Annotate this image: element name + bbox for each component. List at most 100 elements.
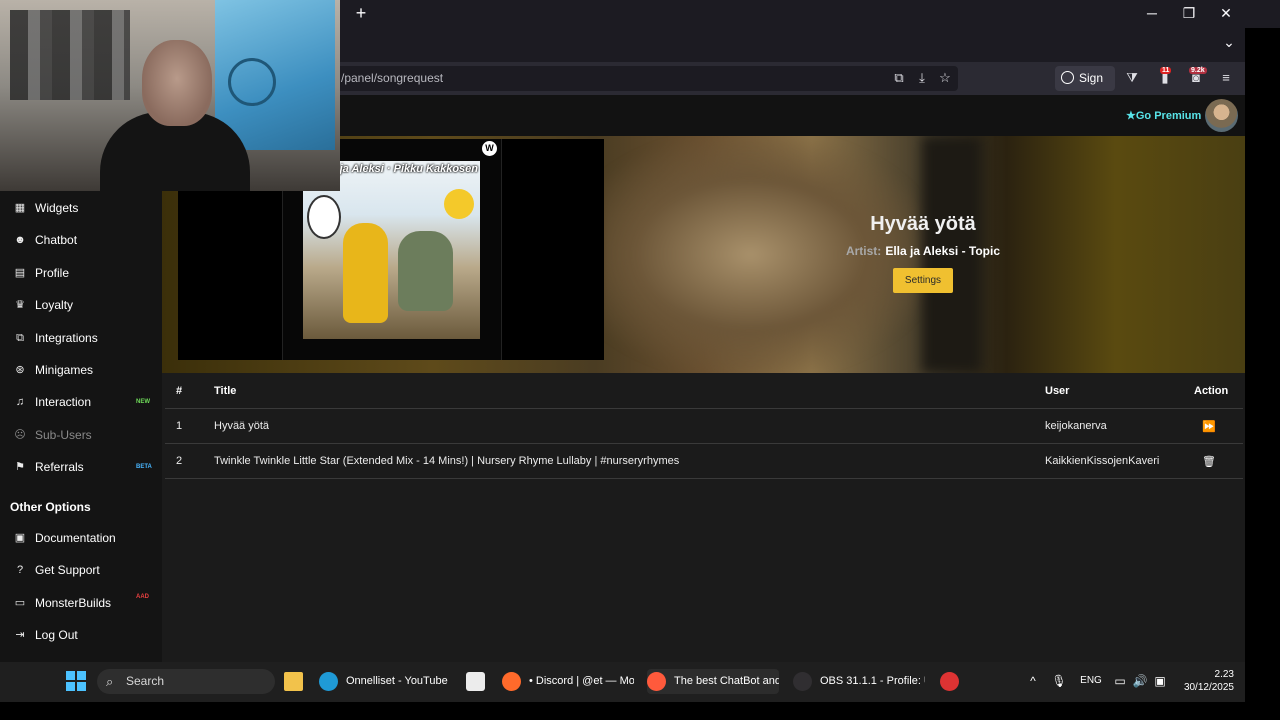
sidebar-tag-badge: NEW: [136, 399, 150, 406]
bookmark-star-icon[interactable]: ☆: [936, 69, 954, 87]
pinned-app-icon[interactable]: [940, 669, 960, 694]
file-explorer-icon[interactable]: [284, 669, 304, 694]
sidebar-item-integrations[interactable]: ⧉ Integrations: [0, 325, 162, 351]
cover-title: Ella ja Aleksi · Pikku Kakkosen: [317, 163, 479, 175]
clock[interactable]: 2.23 30/12/2025: [1172, 668, 1234, 694]
clock-time: 2.23: [1214, 669, 1234, 680]
question-icon: ?: [16, 564, 24, 577]
sidebar-item-label: Get Support: [35, 563, 100, 578]
app-icon: [793, 672, 812, 691]
sidebar-item-label: Integrations: [35, 330, 98, 345]
sidebar-item-widgets[interactable]: ▦ Widgets: [0, 195, 162, 221]
sidebar-item-profile[interactable]: ▤ Profile: [0, 260, 162, 286]
taskbar-app-3[interactable]: The best ChatBot and W: [647, 669, 779, 694]
cover-bird: [307, 195, 341, 239]
sidebar-item-documentation[interactable]: ▣ Documentation: [0, 525, 162, 551]
skip-icon[interactable]: ⏩: [1202, 420, 1216, 434]
queue-row-user: keijokanerva: [1045, 420, 1107, 432]
clock-date: 30/12/2025: [1183, 682, 1234, 693]
record-label-logo: W: [482, 141, 497, 156]
cover-child-green: [398, 231, 453, 311]
star-icon: ★: [1126, 110, 1136, 122]
show-hidden-icons-chevron-icon[interactable]: ^: [1025, 673, 1041, 689]
extension-badge: 11: [1160, 67, 1172, 74]
settings-button[interactable]: Settings: [893, 268, 953, 293]
input-language[interactable]: ENG: [1080, 673, 1102, 689]
go-premium-link[interactable]: ★Go Premium: [1126, 109, 1201, 122]
artist-name: Ella ja Aleksi - Topic: [885, 244, 1001, 258]
new-tab-button[interactable]: +: [352, 4, 370, 22]
sidebar-item-label: Sub-Users: [35, 427, 92, 442]
trophy-icon: ♛: [15, 299, 25, 312]
other-options-heading: Other Options: [10, 500, 91, 514]
restore-button[interactable]: ❐: [1178, 4, 1200, 22]
sidebar-item-label: Widgets: [35, 201, 79, 215]
taskbar-app-4[interactable]: OBS 31.1.1 - Profile: Unti: [793, 669, 925, 694]
sidebar-item-label: Referrals: [35, 460, 84, 475]
app-label: Onnelliset - YouTube an: [346, 675, 451, 687]
sidebar-item-chatbot[interactable]: ☻ Chatbot: [0, 227, 162, 253]
sidebar-item-label: Profile: [35, 265, 70, 280]
taskbar-app-2[interactable]: • Discord | @et — Mozil: [502, 669, 634, 694]
queue-row-number: 1: [176, 420, 183, 432]
widgets-icon: ▦: [14, 202, 26, 214]
app-label: The best ChatBot and W: [674, 675, 779, 687]
sidebar-item-loyalty[interactable]: ♛ Loyalty: [0, 292, 162, 318]
sidebar-item-label: Documentation: [35, 531, 116, 545]
sidebar-item-label: Loyalty: [35, 298, 74, 313]
extension-badge-2: 9.2k: [1189, 67, 1207, 74]
app-menu-icon[interactable]: ≡: [1216, 68, 1236, 88]
taskbar-app-1[interactable]: Onnelliset - YouTube an: [319, 669, 451, 694]
start-windows-icon[interactable]: [66, 671, 86, 691]
sidebar-item-monsterbuilds[interactable]: ▭ MonsterBuilds AAD: [0, 590, 162, 616]
sidebar-item-interaction[interactable]: ♫ Interaction NEW: [0, 389, 162, 415]
volume-icon[interactable]: 🔊: [1132, 673, 1148, 689]
sign-in-button[interactable]: Sign in: [1055, 66, 1115, 110]
artist-label: Artist:: [845, 244, 882, 258]
music-icon: ♫: [15, 396, 25, 409]
sidebar-tag-badge: BETA: [136, 464, 152, 471]
app-icon: [502, 672, 521, 691]
store-app-icon[interactable]: [466, 669, 486, 694]
column-header-user: User: [1045, 385, 1070, 397]
network-icon[interactable]: ▭: [1112, 673, 1128, 689]
picture-in-picture-icon[interactable]: ⧉: [890, 69, 908, 87]
sidebar-item-log-out[interactable]: ⇥ Log Out: [0, 622, 162, 648]
battery-icon[interactable]: ▣: [1152, 673, 1168, 689]
webcam-tapestry-pattern: [228, 58, 276, 106]
sidebar-item-label: Minigames: [35, 363, 94, 377]
sidebar-item-get-support[interactable]: ? Get Support: [0, 557, 162, 583]
table-divider: [165, 408, 1243, 409]
sidebar-item-sub-users[interactable]: ☹ Sub-Users: [0, 422, 162, 448]
save-to-pocket-icon[interactable]: ⤓: [913, 69, 931, 87]
now-playing-artist: Artist: Ella ja Aleksi - Topic: [823, 244, 1023, 258]
trash-icon[interactable]: 🗑: [1202, 455, 1216, 469]
minimize-button[interactable]: ─: [1141, 4, 1163, 22]
microphone-icon[interactable]: 🎙: [1051, 673, 1067, 689]
queue-row-number: 2: [176, 455, 183, 467]
address-bar-url[interactable]: /panel/songrequest: [341, 71, 443, 85]
account-icon: [1061, 71, 1074, 84]
sidebar-item-referrals[interactable]: ⚑ Referrals BETA: [0, 454, 162, 480]
column-header-action: Action: [1194, 385, 1229, 397]
screen-edge: [1245, 95, 1280, 702]
app-icon: [647, 672, 666, 691]
sidebar-item-label: Chatbot: [35, 233, 78, 248]
extensions-icon[interactable]: ⧩: [1122, 68, 1142, 88]
queue-row-user: KaikkienKissojenKaveri: [1045, 455, 1160, 467]
list-tabs-chevron-icon[interactable]: ⌄: [1219, 34, 1239, 52]
cover-sun: [444, 189, 474, 219]
users-icon: ☹: [14, 428, 26, 441]
sidebar-item-minigames[interactable]: ⊛ Minigames: [0, 357, 162, 383]
taskbar-search[interactable]: ⌕ Search: [97, 669, 275, 694]
id-card-icon: ▤: [14, 266, 26, 279]
logout-icon: ⇥: [15, 629, 25, 642]
table-divider: [165, 443, 1243, 444]
close-window-button[interactable]: ✕: [1215, 4, 1237, 22]
screen: + ─ ❐ ✕ ⌄ /panel/songrequest ⧉ ⤓ ☆ Sign …: [0, 0, 1280, 720]
plug-icon: ⧉: [16, 331, 24, 344]
sidebar-tag-badge: AAD: [136, 593, 149, 600]
user-avatar[interactable]: [1205, 99, 1238, 132]
webcam-overlay: [0, 0, 340, 191]
robot-icon: ☻: [14, 234, 26, 247]
